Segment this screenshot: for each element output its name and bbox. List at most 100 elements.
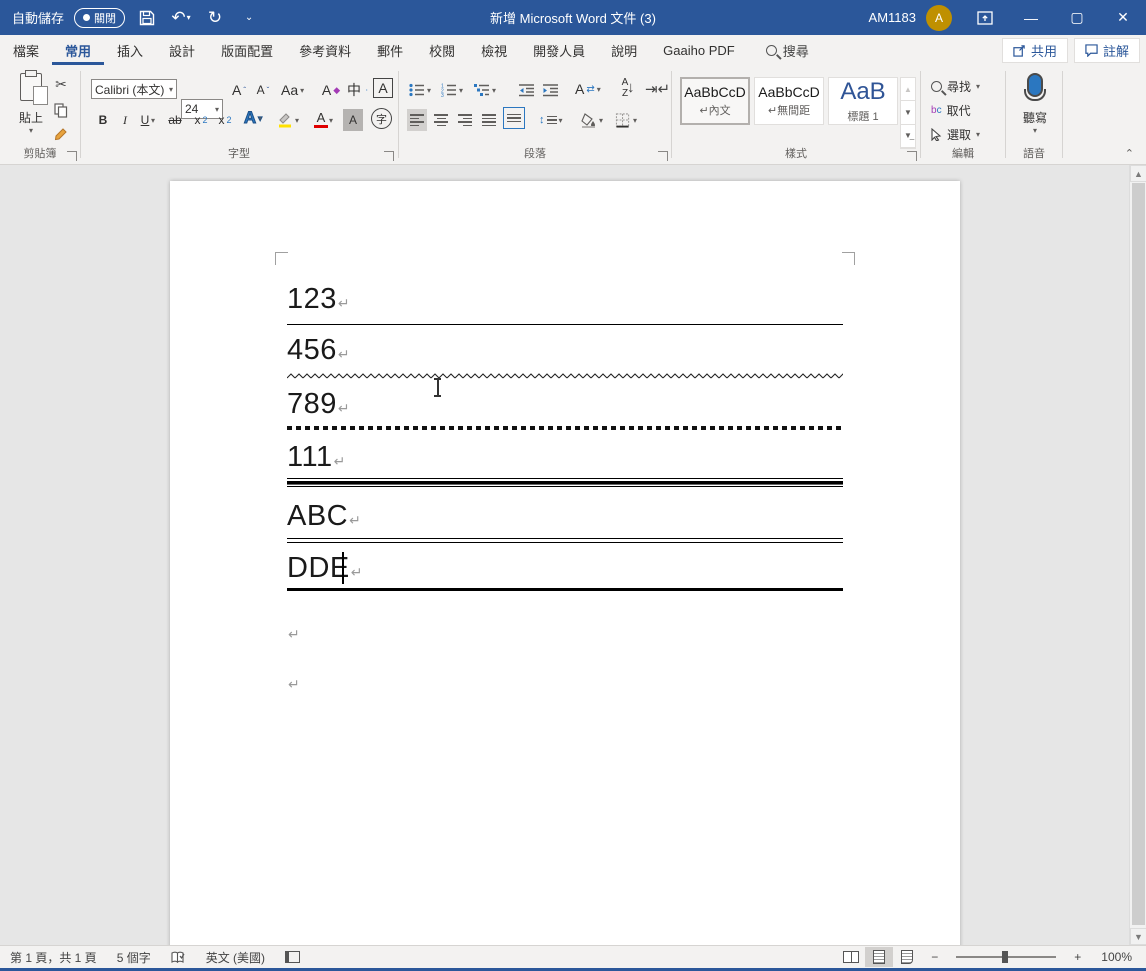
paragraph-dialog-launcher[interactable] (658, 151, 668, 161)
styles-scroll-down-icon[interactable]: ▼ (901, 101, 915, 125)
collapse-ribbon-icon[interactable]: ⌃ (1125, 147, 1134, 160)
strikethrough-button[interactable]: ab (165, 109, 185, 131)
zoom-slider[interactable] (956, 951, 1057, 963)
clipboard-dialog-launcher[interactable] (67, 151, 77, 161)
clear-formatting-button[interactable]: A ◆ (321, 79, 341, 101)
save-icon[interactable] (135, 6, 159, 30)
align-left-button[interactable] (407, 109, 427, 131)
tab-help[interactable]: 說明 (598, 35, 650, 65)
find-button[interactable]: 尋找 ▾ (931, 75, 980, 97)
search-field[interactable]: 搜尋 (765, 41, 809, 60)
page-number-status[interactable]: 第 1 頁，共 1 頁 (0, 946, 107, 968)
align-right-button[interactable] (455, 109, 475, 131)
comments-button[interactable]: 註解 (1073, 38, 1140, 63)
tab-file[interactable]: 檔案 (0, 35, 52, 65)
font-color-dropdown-icon[interactable]: ▾ (329, 116, 333, 125)
scroll-down-icon[interactable]: ▼ (1130, 928, 1146, 945)
show-formatting-marks-button[interactable]: ⇥↵ (645, 78, 670, 100)
align-center-button[interactable] (431, 109, 451, 131)
doc-paragraph-4[interactable]: 111↵ (287, 441, 843, 474)
paste-dropdown-icon[interactable]: ▾ (29, 126, 33, 135)
highlight-button[interactable]: ▾ (277, 109, 299, 131)
tab-developer[interactable]: 開發人員 (520, 35, 598, 65)
tab-insert[interactable]: 插入 (104, 35, 156, 65)
doc-paragraph-3[interactable]: 789↵ (287, 388, 843, 421)
replace-button[interactable]: bc 取代 (931, 99, 971, 121)
tab-gaaiho-pdf[interactable]: Gaaiho PDF (650, 35, 748, 65)
share-button[interactable]: 共用 (1001, 38, 1068, 63)
borders-button[interactable]: ▾ (615, 109, 637, 131)
minimize-button[interactable]: — (1008, 0, 1054, 35)
select-button[interactable]: 選取 ▾ (931, 123, 980, 145)
dictate-button[interactable]: 聽寫 ▾ (1012, 73, 1058, 135)
shrink-font-button[interactable]: Aˇ (253, 79, 273, 101)
styles-scroll-up-icon[interactable]: ▲ (901, 78, 915, 102)
paste-button[interactable]: 貼上 ▾ (8, 70, 54, 135)
increase-indent-button[interactable] (541, 79, 561, 101)
read-mode-button[interactable] (837, 947, 865, 967)
styles-dialog-launcher[interactable] (907, 151, 917, 161)
decrease-indent-button[interactable] (517, 79, 537, 101)
character-shading-button[interactable]: A (343, 109, 363, 131)
justify-button[interactable] (479, 109, 499, 131)
tab-layout[interactable]: 版面配置 (208, 35, 286, 65)
font-color-button[interactable]: A (311, 109, 331, 131)
grow-font-button[interactable]: Aˆ (229, 79, 249, 101)
multilevel-list-button[interactable]: ▾ (474, 79, 496, 101)
web-layout-button[interactable] (893, 947, 921, 967)
doc-paragraph-2[interactable]: 456↵ (287, 334, 843, 367)
page[interactable]: 123↵ 456↵ 789↵ 111↵ ABC↵ DDE↵ ↵ ↵ (170, 181, 960, 945)
close-button[interactable]: ✕ (1100, 0, 1146, 35)
quick-access-toolbar-menu-icon[interactable]: ⌄ (237, 6, 261, 30)
doc-paragraph-5[interactable]: ABC↵ (287, 500, 843, 533)
tab-view[interactable]: 檢視 (468, 35, 520, 65)
zoom-slider-thumb[interactable] (1002, 951, 1009, 963)
text-effects-button[interactable]: A ▾ (243, 107, 263, 129)
bullets-button[interactable]: ▾ (409, 79, 431, 101)
change-case-button[interactable]: Aa ▾ (281, 79, 304, 101)
tab-references[interactable]: 參考資料 (286, 35, 364, 65)
doc-paragraph-1[interactable]: 123↵ (287, 283, 843, 316)
autosave-toggle[interactable]: 關閉 (74, 7, 126, 28)
tab-mailings[interactable]: 郵件 (364, 35, 416, 65)
font-name-combobox[interactable]: Calibri (本文) ▾ (91, 79, 177, 99)
tab-design[interactable]: 設計 (156, 35, 208, 65)
asian-layout-button[interactable]: A ⇄ ▾ (575, 78, 601, 100)
superscript-button[interactable]: x2 (215, 109, 235, 131)
language-status[interactable]: 英文 (美國) (196, 946, 275, 968)
undo-icon[interactable]: ↶ ▾ (169, 6, 193, 30)
underline-dropdown-icon[interactable]: ▾ (151, 116, 155, 125)
print-layout-button[interactable] (865, 947, 894, 967)
bold-button[interactable]: B (93, 109, 113, 131)
shading-button[interactable]: ▾ (581, 109, 603, 131)
tab-review[interactable]: 校閱 (416, 35, 468, 65)
account-name[interactable]: AM1183 (869, 10, 916, 25)
cut-button[interactable]: ✂ (50, 73, 72, 95)
tab-home[interactable]: 常用 (52, 35, 104, 65)
ribbon-display-options-icon[interactable] (962, 0, 1008, 35)
doc-paragraph-7[interactable]: ↵ (287, 614, 843, 647)
zoom-in-button[interactable]: + (1064, 946, 1091, 968)
redo-icon[interactable]: ↻ (203, 6, 227, 30)
vertical-scrollbar[interactable]: ▲ ▼ (1129, 165, 1146, 945)
document-area[interactable]: 123↵ 456↵ 789↵ 111↵ ABC↵ DDE↵ ↵ ↵ (0, 165, 1129, 945)
enclosed-characters-button[interactable]: 字 (371, 108, 392, 129)
styles-gallery-scroll[interactable]: ▲ ▼ ▼̲ (900, 77, 916, 149)
font-dialog-launcher[interactable] (384, 151, 394, 161)
italic-button[interactable]: I (115, 109, 135, 131)
style-no-spacing[interactable]: AaBbCcD ↵無間距 (754, 77, 824, 125)
copy-button[interactable] (50, 99, 72, 121)
phonetic-guide-button[interactable]: 中ㆍ (347, 79, 370, 101)
ime-status-icon[interactable] (275, 946, 310, 968)
doc-paragraph-6[interactable]: DDE↵ (287, 552, 843, 585)
scroll-up-icon[interactable]: ▲ (1130, 165, 1146, 182)
scrollbar-thumb[interactable] (1132, 183, 1145, 925)
style-normal[interactable]: AaBbCcD ↵內文 (680, 77, 750, 125)
zoom-out-button[interactable]: − (921, 946, 948, 968)
proofing-status-icon[interactable] (161, 946, 196, 968)
enclose-characters-button[interactable]: A (373, 78, 393, 98)
numbering-button[interactable]: 1 2 3 ▾ (441, 79, 463, 101)
distribute-text-button[interactable] (503, 107, 525, 129)
format-painter-button[interactable] (50, 123, 72, 145)
style-heading1[interactable]: AaB 標題 1 (828, 77, 898, 125)
